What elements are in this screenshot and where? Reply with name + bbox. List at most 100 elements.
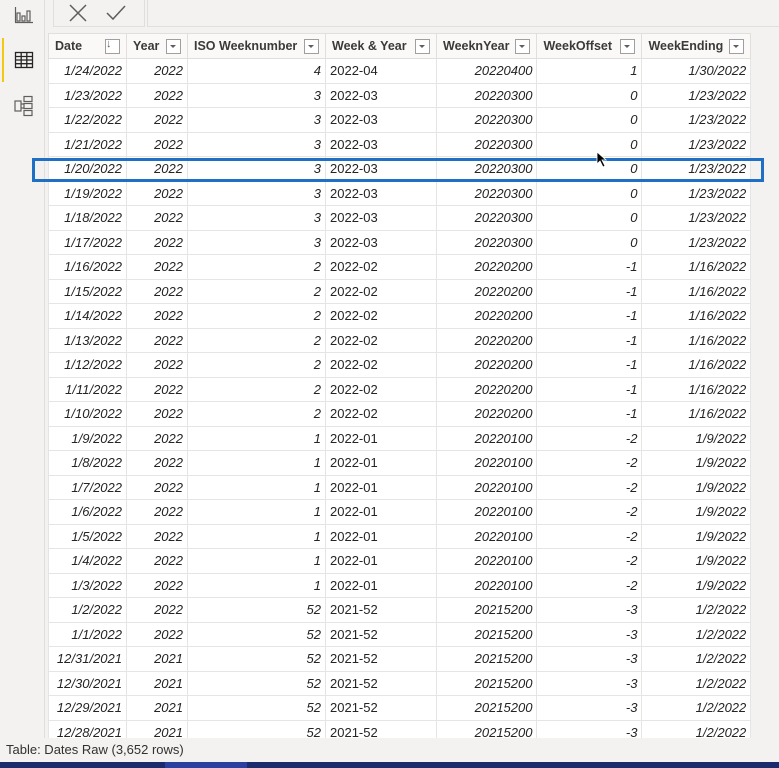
dropdown-icon[interactable]: [304, 38, 319, 54]
cell-week-and-year[interactable]: 2022-03: [325, 229, 437, 255]
cell-weekoffset[interactable]: -2: [536, 523, 643, 549]
cell-iso-weeknumber[interactable]: 2: [187, 254, 326, 280]
cell-iso-weeknumber[interactable]: 3: [187, 156, 326, 182]
cell-year[interactable]: 2022: [126, 474, 188, 500]
cell-iso-weeknumber[interactable]: 2: [187, 401, 326, 427]
column-header-weeknyear[interactable]: WeeknYear: [435, 33, 538, 59]
cell-iso-weeknumber[interactable]: 1: [187, 572, 326, 598]
formula-input[interactable]: [147, 0, 779, 27]
cell-week-and-year[interactable]: 2022-02: [325, 303, 437, 329]
table-row[interactable]: 1/3/2022 2022 1 2022-01 20220100 -2 1/9/2022: [48, 572, 752, 598]
cell-weeknyear[interactable]: 20215200: [435, 670, 538, 696]
cell-week-and-year[interactable]: 2022-03: [325, 107, 437, 133]
table-row[interactable]: 1/9/2022 2022 1 2022-01 20220100 -2 1/9/2022: [48, 425, 752, 451]
cell-year[interactable]: 2021: [126, 646, 188, 672]
cell-iso-weeknumber[interactable]: 3: [187, 107, 326, 133]
cell-weeknyear[interactable]: 20220100: [435, 548, 538, 574]
column-header-year[interactable]: Year: [126, 33, 188, 59]
column-header-weekoffset[interactable]: WeekOffset: [536, 33, 643, 59]
cell-year[interactable]: 2022: [126, 597, 188, 623]
cell-weekoffset[interactable]: -2: [536, 572, 643, 598]
cell-weeknyear[interactable]: 20220100: [435, 572, 538, 598]
column-header-weekending[interactable]: WeekEnding: [641, 33, 752, 59]
cell-year[interactable]: 2022: [126, 548, 188, 574]
cell-date[interactable]: 1/6/2022: [48, 499, 127, 525]
cell-week-and-year[interactable]: 2022-02: [325, 352, 437, 378]
cell-weeknyear[interactable]: 20220200: [435, 254, 538, 280]
cell-weeknyear[interactable]: 20220400: [435, 58, 538, 84]
cell-weekoffset[interactable]: 0: [536, 205, 643, 231]
cell-iso-weeknumber[interactable]: 52: [187, 621, 326, 647]
table-row[interactable]: 1/18/2022 2022 3 2022-03 20220300 0 1/23/2022: [48, 205, 752, 231]
cell-weeknyear[interactable]: 20220300: [435, 131, 538, 157]
cell-year[interactable]: 2022: [126, 107, 188, 133]
cell-date[interactable]: 1/12/2022: [48, 352, 127, 378]
cell-year[interactable]: 2022: [126, 401, 188, 427]
cell-date[interactable]: 1/11/2022: [48, 376, 127, 402]
cell-weekoffset[interactable]: -2: [536, 548, 643, 574]
table-row[interactable]: 1/8/2022 2022 1 2022-01 20220100 -2 1/9/2022: [48, 450, 752, 476]
cell-weeknyear[interactable]: 20220200: [435, 376, 538, 402]
cell-iso-weeknumber[interactable]: 2: [187, 278, 326, 304]
cell-iso-weeknumber[interactable]: 3: [187, 180, 326, 206]
table-row[interactable]: 1/22/2022 2022 3 2022-03 20220300 0 1/23/2022: [48, 107, 752, 133]
cell-year[interactable]: 2022: [126, 82, 188, 108]
cell-weekending[interactable]: 1/23/2022: [641, 107, 752, 133]
table-row[interactable]: 1/19/2022 2022 3 2022-03 20220300 0 1/23/2022: [48, 180, 752, 206]
cell-week-and-year[interactable]: 2021-52: [325, 597, 437, 623]
cell-iso-weeknumber[interactable]: 3: [187, 82, 326, 108]
cell-week-and-year[interactable]: 2022-02: [325, 254, 437, 280]
cell-year[interactable]: 2022: [126, 180, 188, 206]
cell-weeknyear[interactable]: 20215200: [435, 646, 538, 672]
dropdown-icon[interactable]: [415, 38, 430, 54]
cell-weekending[interactable]: 1/16/2022: [641, 401, 752, 427]
column-header-date[interactable]: Date ↓: [48, 33, 127, 59]
cell-date[interactable]: 1/3/2022: [48, 572, 127, 598]
cell-date[interactable]: 1/10/2022: [48, 401, 127, 427]
cell-date[interactable]: 1/16/2022: [48, 254, 127, 280]
cell-year[interactable]: 2022: [126, 352, 188, 378]
cancel-edit-button[interactable]: [66, 2, 90, 24]
table-row[interactable]: 12/29/2021 2021 52 2021-52 20215200 -3 1/2/202…: [48, 695, 752, 721]
table-row[interactable]: 1/4/2022 2022 1 2022-01 20220100 -2 1/9/2022: [48, 548, 752, 574]
cell-weeknyear[interactable]: 20220100: [435, 425, 538, 451]
cell-weekending[interactable]: 1/2/2022: [641, 670, 752, 696]
cell-week-and-year[interactable]: 2021-52: [325, 695, 437, 721]
cell-iso-weeknumber[interactable]: 3: [187, 205, 326, 231]
cell-year[interactable]: 2022: [126, 58, 188, 84]
cell-weeknyear[interactable]: 20220200: [435, 327, 538, 353]
cell-weeknyear[interactable]: 20220100: [435, 450, 538, 476]
model-view-button[interactable]: [13, 95, 35, 117]
table-row[interactable]: 1/16/2022 2022 2 2022-02 20220200 -1 1/16/2022: [48, 254, 752, 280]
cell-date[interactable]: 1/4/2022: [48, 548, 127, 574]
cell-weekoffset[interactable]: -1: [536, 278, 643, 304]
cell-iso-weeknumber[interactable]: 2: [187, 352, 326, 378]
cell-year[interactable]: 2022: [126, 523, 188, 549]
table-row[interactable]: 1/5/2022 2022 1 2022-01 20220100 -2 1/9/2022: [48, 523, 752, 549]
table-row[interactable]: 12/31/2021 2021 52 2021-52 20215200 -3 1/2/202…: [48, 646, 752, 672]
column-header-iso-weeknumber[interactable]: ISO Weeknumber: [187, 33, 326, 59]
cell-weekending[interactable]: 1/2/2022: [641, 621, 752, 647]
table-row[interactable]: 1/23/2022 2022 3 2022-03 20220300 0 1/23/2022: [48, 82, 752, 108]
cell-weekending[interactable]: 1/9/2022: [641, 548, 752, 574]
cell-date[interactable]: 1/15/2022: [48, 278, 127, 304]
cell-weeknyear[interactable]: 20220300: [435, 229, 538, 255]
cell-year[interactable]: 2022: [126, 205, 188, 231]
cell-year[interactable]: 2022: [126, 450, 188, 476]
cell-weekoffset[interactable]: -1: [536, 303, 643, 329]
cell-weekoffset[interactable]: 0: [536, 131, 643, 157]
cell-date[interactable]: 1/7/2022: [48, 474, 127, 500]
cell-weeknyear[interactable]: 20215200: [435, 597, 538, 623]
cell-week-and-year[interactable]: 2022-03: [325, 82, 437, 108]
cell-year[interactable]: 2022: [126, 621, 188, 647]
cell-date[interactable]: 1/20/2022: [48, 156, 127, 182]
dropdown-icon[interactable]: [729, 38, 745, 54]
cell-weekending[interactable]: 1/2/2022: [641, 646, 752, 672]
cell-weekoffset[interactable]: 0: [536, 229, 643, 255]
cell-year[interactable]: 2022: [126, 229, 188, 255]
dropdown-icon[interactable]: [166, 38, 181, 54]
cell-weekending[interactable]: 1/23/2022: [641, 229, 752, 255]
cell-weekending[interactable]: 1/2/2022: [641, 597, 752, 623]
cell-date[interactable]: 1/14/2022: [48, 303, 127, 329]
cell-iso-weeknumber[interactable]: 52: [187, 646, 326, 672]
